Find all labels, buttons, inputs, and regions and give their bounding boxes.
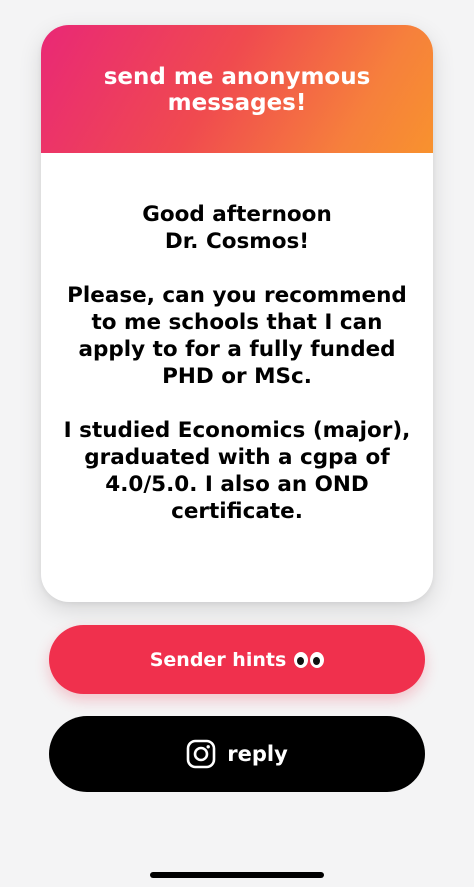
card-header: send me anonymous messages! <box>41 25 433 153</box>
card-header-title: send me anonymous messages! <box>103 64 371 116</box>
card-body: Good afternoon Dr. Cosmos! Please, can y… <box>41 153 433 525</box>
instagram-icon <box>186 739 216 769</box>
home-indicator[interactable] <box>150 872 324 878</box>
sender-hints-button[interactable]: Sender hints <box>49 625 425 694</box>
sender-hints-label: Sender hints <box>149 648 287 671</box>
reply-button[interactable]: reply <box>49 716 425 792</box>
message-text: Good afternoon Dr. Cosmos! Please, can y… <box>63 202 411 524</box>
eyes-icon <box>294 651 325 668</box>
message-card: send me anonymous messages! Good afterno… <box>41 25 433 602</box>
reply-label: reply <box>227 742 288 766</box>
